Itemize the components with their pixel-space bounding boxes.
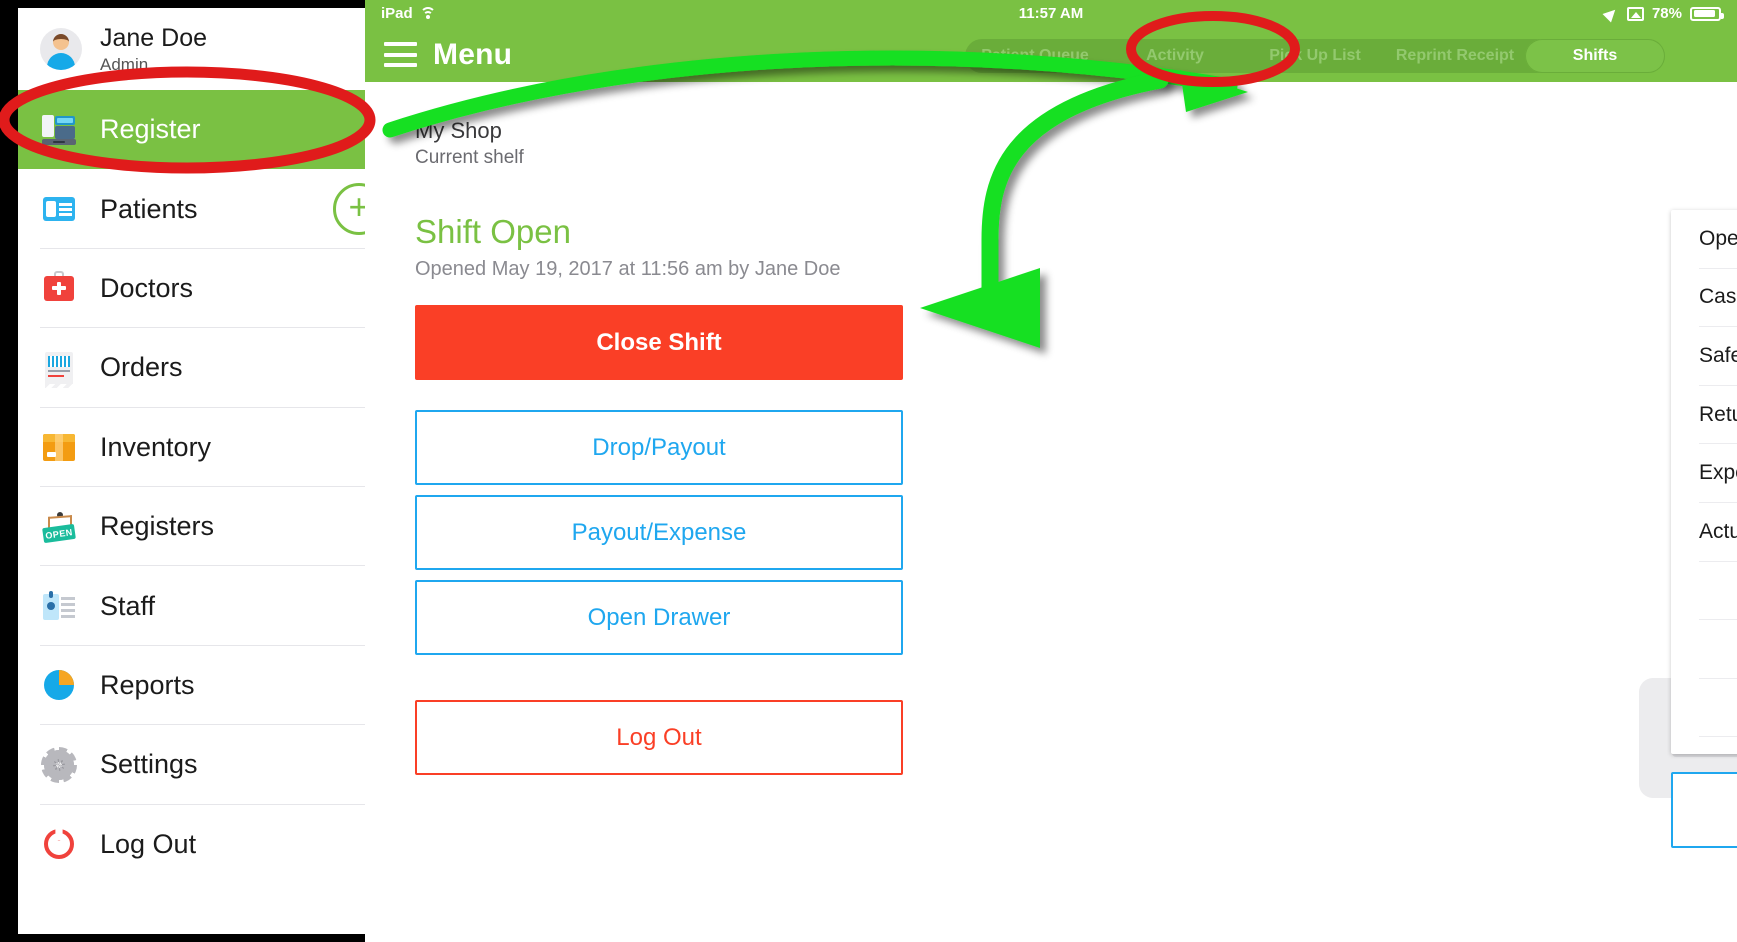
medical-bag-icon — [40, 269, 78, 307]
sidebar-item-label: Inventory — [100, 431, 212, 462]
location-arrow-icon — [1605, 7, 1619, 21]
log-out-button[interactable]: Log Out — [415, 700, 903, 775]
sidebar-item-patients[interactable]: Patients + — [18, 169, 405, 249]
menu-label[interactable]: Menu — [433, 38, 512, 72]
sidebar-item-orders[interactable]: Orders — [18, 328, 405, 408]
summary-row-returns: Returns $0.00 — [1699, 386, 1737, 445]
summary-row-expected-drawer: Expected Drawer $100.00 — [1699, 444, 1737, 503]
print-x-report-button[interactable]: Print X Report — [1671, 772, 1737, 848]
tab-shifts[interactable]: Shifts — [1525, 39, 1665, 73]
tab-reprint-receipt[interactable]: Reprint Receipt — [1385, 39, 1525, 73]
sidebar-item-label: Register — [100, 114, 201, 145]
tab-activity[interactable]: Activity — [1105, 39, 1245, 73]
user-name: Jane Doe — [100, 23, 208, 52]
shift-actions-column: My Shop Current shelf Shift Open Opened … — [365, 82, 1017, 942]
ios-status-bar: iPad 11:57 AM 78% — [365, 0, 1737, 27]
badge-icon — [40, 587, 78, 625]
open-sign-icon: OPEN — [40, 508, 78, 546]
summary-row-empty — [1699, 620, 1737, 679]
battery-percent: 78% — [1651, 5, 1682, 22]
pie-chart-icon — [40, 666, 78, 704]
close-shift-button[interactable]: Close Shift — [415, 305, 903, 380]
shift-summary-column: Opening Amount $100.00 Cash tenders $0.0… — [1017, 82, 1737, 942]
sidebar-item-inventory[interactable]: Inventory › — [18, 407, 405, 487]
sidebar-item-log-out[interactable]: Log Out — [18, 804, 405, 884]
sidebar-item-register[interactable]: Register — [18, 90, 405, 170]
summary-label: Cash tenders — [1699, 285, 1737, 309]
tab-segmented-control[interactable]: Patient Queue Activity Pick Up List Repr… — [965, 39, 1665, 73]
hamburger-menu-icon[interactable] — [384, 42, 417, 67]
sidebar-item-label: Reports — [100, 669, 195, 700]
sidebar-item-label: Staff — [100, 590, 156, 621]
shop-name: My Shop — [415, 118, 502, 143]
gear-icon — [40, 746, 78, 784]
battery-icon — [1690, 6, 1724, 21]
airplay-icon — [1626, 6, 1644, 21]
summary-row-actual-drawer: Actual Drawer $0.00 — [1699, 503, 1737, 562]
shop-subtitle: Current shelf — [415, 147, 524, 168]
sidebar-item-registers[interactable]: OPEN Registers — [18, 486, 405, 567]
shift-status: Shift Open — [415, 213, 571, 250]
sidebar-item-label: Registers — [100, 511, 215, 542]
shift-page: My Shop Current shelf Shift Open Opened … — [365, 82, 1737, 942]
status-bar-time: 11:57 AM — [1018, 5, 1084, 22]
cash-register-icon — [40, 111, 78, 149]
tab-patient-queue[interactable]: Patient Queue — [965, 39, 1105, 73]
drop-payout-button[interactable]: Drop/Payout — [415, 410, 903, 485]
ipad-screen: iPad 11:57 AM 78% Menu Patient Queue Act… — [365, 0, 1737, 942]
sidebar-user-header[interactable]: Jane Doe Admin — [18, 8, 405, 90]
summary-row-empty — [1699, 679, 1737, 738]
screenshot-root: Jane Doe Admin Register Patients + Docto… — [0, 0, 1737, 942]
box-icon — [40, 428, 78, 466]
summary-label: Safe Drops — [1699, 343, 1737, 367]
open-drawer-button[interactable]: Open Drawer — [415, 580, 903, 655]
nav-bar: Menu Patient Queue Activity Pick Up List… — [365, 27, 1737, 82]
sidebar-item-doctors[interactable]: Doctors — [18, 248, 405, 329]
shift-summary-card: Opening Amount $100.00 Cash tenders $0.0… — [1671, 210, 1737, 754]
sidebar-item-label: Doctors — [100, 272, 194, 303]
shift-meta: Opened May 19, 2017 at 11:56 am by Jane … — [415, 258, 841, 280]
sidebar-item-label: Settings — [100, 749, 198, 780]
sidebar-item-staff[interactable]: Staff › — [18, 566, 405, 646]
payout-expense-button[interactable]: Payout/Expense — [415, 495, 903, 570]
sidebar-item-reports[interactable]: Reports — [18, 645, 405, 726]
wifi-icon — [420, 7, 437, 20]
sidebar-item-label: Orders — [100, 352, 183, 383]
summary-row-opening-amount: Opening Amount $100.00 — [1699, 210, 1737, 269]
sidebar-item-label: Patients — [100, 193, 198, 224]
sidebar: Jane Doe Admin Register Patients + Docto… — [18, 8, 405, 934]
sidebar-item-settings[interactable]: Settings — [18, 725, 405, 805]
power-icon — [40, 825, 78, 863]
summary-row-safe-drops: Safe Drops $0.00 — [1699, 327, 1737, 386]
summary-label: Actual Drawer — [1699, 519, 1737, 543]
summary-label: Opening Amount — [1699, 226, 1737, 250]
summary-row-cash-tenders: Cash tenders $0.00 — [1699, 269, 1737, 328]
avatar — [40, 28, 82, 70]
tab-pick-up-list[interactable]: Pick Up List — [1245, 39, 1385, 73]
device-name: iPad — [381, 5, 413, 22]
summary-label: Expected Drawer — [1699, 461, 1737, 485]
summary-row-empty — [1699, 562, 1737, 621]
receipt-barcode-icon — [40, 349, 78, 388]
id-card-icon — [40, 190, 78, 228]
summary-label: Returns — [1699, 402, 1737, 426]
sidebar-item-label: Log Out — [100, 828, 197, 859]
user-role: Admin — [100, 54, 149, 74]
